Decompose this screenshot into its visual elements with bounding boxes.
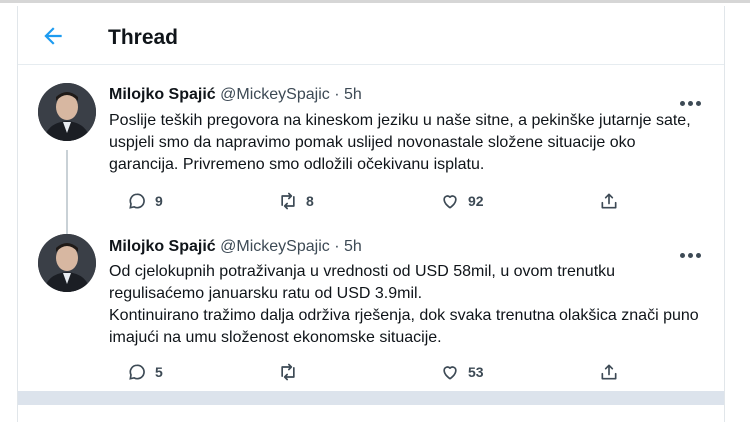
author-handle[interactable]: @MickeySpajic bbox=[220, 238, 330, 255]
tweet-header: Milojko Spajić @MickeySpajic · 5h bbox=[109, 86, 362, 104]
like-button[interactable]: 53 bbox=[440, 360, 484, 384]
avatar[interactable] bbox=[38, 83, 96, 141]
share-button[interactable] bbox=[599, 189, 619, 213]
reply-icon bbox=[129, 193, 145, 209]
reply-icon bbox=[129, 364, 145, 380]
timestamp[interactable]: 5h bbox=[344, 86, 362, 103]
tweet-1[interactable]: Milojko Spajić @MickeySpajic · 5h Poslij… bbox=[18, 66, 724, 226]
share-icon bbox=[601, 193, 617, 209]
thread-header: Thread bbox=[18, 6, 724, 65]
reply-button[interactable]: 5 bbox=[127, 360, 163, 384]
retweet-icon bbox=[281, 192, 295, 210]
like-count: 53 bbox=[468, 364, 484, 380]
reply-button[interactable]: 9 bbox=[127, 189, 163, 213]
page-title: Thread bbox=[108, 26, 179, 49]
section-divider bbox=[18, 391, 724, 405]
tweet-header: Milojko Spajić @MickeySpajic · 5h bbox=[109, 238, 362, 256]
author-name[interactable]: Milojko Spajić bbox=[109, 86, 216, 103]
separator-dot: · bbox=[334, 238, 340, 255]
retweet-button[interactable]: 8 bbox=[278, 189, 314, 213]
tweet-2[interactable]: Milojko Spajić @MickeySpajic · 5h Od cje… bbox=[18, 226, 724, 391]
tweet-text: Poslije teških pregovora na kineskom jez… bbox=[109, 110, 709, 176]
thread-connector-line bbox=[66, 150, 68, 234]
window-frame bbox=[0, 0, 750, 3]
reply-count: 9 bbox=[155, 193, 163, 209]
retweet-button[interactable] bbox=[278, 360, 306, 384]
tweet-paragraph: Kontinuirano tražimo dalja održiva rješe… bbox=[109, 307, 699, 346]
tweet-actions: 9 8 92 bbox=[109, 189, 669, 213]
author-handle[interactable]: @MickeySpajic bbox=[220, 86, 330, 103]
share-icon bbox=[601, 364, 617, 380]
more-options-icon[interactable] bbox=[680, 245, 708, 258]
tweet-actions: 5 53 bbox=[109, 360, 669, 384]
like-button[interactable]: 92 bbox=[440, 189, 484, 213]
timestamp[interactable]: 5h bbox=[344, 238, 362, 255]
share-button[interactable] bbox=[599, 360, 619, 384]
reply-count: 5 bbox=[155, 364, 163, 380]
avatar[interactable] bbox=[38, 234, 96, 292]
thread-panel: Thread Milojko Spajić @MickeySpajic · 5h… bbox=[17, 6, 725, 422]
author-name[interactable]: Milojko Spajić bbox=[109, 238, 216, 255]
tweet-paragraph: Poslije teških pregovora na kineskom jez… bbox=[109, 112, 691, 173]
heart-icon bbox=[443, 195, 457, 209]
retweet-count: 8 bbox=[306, 193, 314, 209]
heart-icon bbox=[443, 366, 457, 380]
back-arrow-icon[interactable] bbox=[40, 23, 66, 49]
more-options-icon[interactable] bbox=[680, 93, 708, 106]
like-count: 92 bbox=[468, 193, 484, 209]
retweet-icon bbox=[281, 363, 295, 381]
separator-dot: · bbox=[334, 86, 340, 103]
tweet-paragraph: Od cjelokupnih potraživanja u vrednosti … bbox=[109, 263, 616, 302]
tweet-text: Od cjelokupnih potraživanja u vrednosti … bbox=[109, 261, 709, 349]
